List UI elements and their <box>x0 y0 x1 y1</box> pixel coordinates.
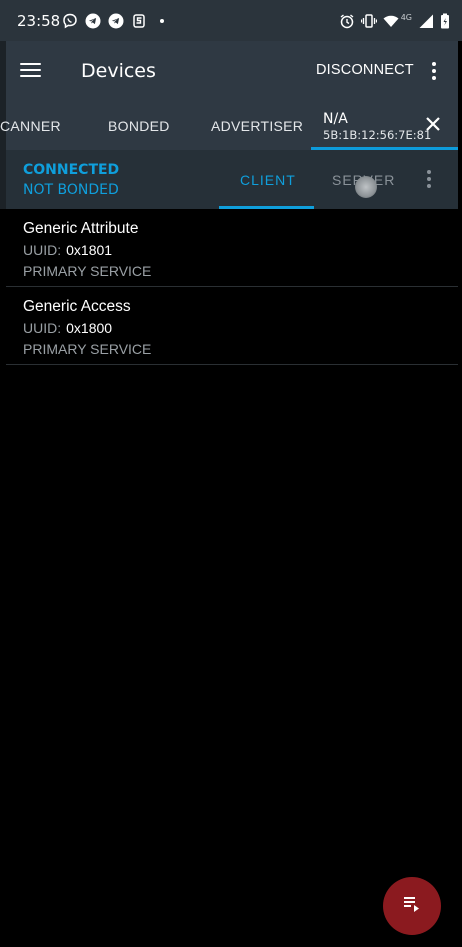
uuid-label: UUID: <box>23 242 62 258</box>
service-uuid-row: UUID: 0x1800 <box>23 320 112 336</box>
more-notifications-dot <box>154 13 170 29</box>
telegram-icon <box>108 13 124 29</box>
hamburger-menu-icon[interactable] <box>20 59 48 83</box>
list-item[interactable]: Generic Attribute UUID: 0x1801 PRIMARY SE… <box>6 209 458 287</box>
connection-bar: CONNECTED NOT BONDED CLIENT SERVER <box>6 150 458 209</box>
vibrate-icon <box>360 13 377 29</box>
list-item[interactable]: Generic Access UUID: 0x1800 PRIMARY SERVI… <box>6 287 458 365</box>
uuid-value: 0x1800 <box>66 320 113 336</box>
viber-icon <box>62 13 78 29</box>
status-bar: 23:58 4G <box>0 0 462 41</box>
wifi-icon <box>383 13 399 29</box>
uuid-label: UUID: <box>23 320 62 336</box>
device-address: 5B:1B:12:56:7E:81 <box>323 128 432 142</box>
connection-options-icon[interactable] <box>426 170 432 190</box>
touch-indicator <box>355 176 377 198</box>
connection-status: CONNECTED <box>23 162 120 178</box>
main-tabs: CANNER BONDED ADVERTISER N/A 5B:1B:12:56… <box>0 101 458 150</box>
service-name: Generic Access <box>23 298 131 315</box>
app-toolbar: Devices DISCONNECT <box>6 41 458 101</box>
tab-client[interactable]: CLIENT <box>240 172 296 188</box>
system-icons: 4G <box>339 13 450 29</box>
tab-advertiser[interactable]: ADVERTISER <box>211 118 303 134</box>
device-name: N/A <box>323 111 348 127</box>
tab-device[interactable]: N/A 5B:1B:12:56:7E:81 <box>311 101 458 150</box>
disconnect-button[interactable]: DISCONNECT <box>316 62 414 78</box>
battery-icon <box>440 13 450 29</box>
status-time: 23:58 <box>17 12 61 30</box>
tab-bonded[interactable]: BONDED <box>108 118 170 134</box>
notification-icons <box>62 13 170 29</box>
app-notification-icon <box>131 13 147 29</box>
tab-scanner[interactable]: CANNER <box>0 118 61 134</box>
page-title: Devices <box>81 60 156 82</box>
bond-status: NOT BONDED <box>23 182 119 198</box>
signal-icon <box>418 13 434 29</box>
macro-fab-button[interactable] <box>383 877 441 935</box>
service-name: Generic Attribute <box>23 220 139 237</box>
close-icon[interactable] <box>424 115 442 133</box>
service-type: PRIMARY SERVICE <box>23 263 152 279</box>
playlist-play-icon <box>401 893 423 919</box>
service-uuid-row: UUID: 0x1801 <box>23 242 112 258</box>
alarm-icon <box>339 13 355 29</box>
screen: 23:58 4G Devices DISCONNECT CANNER BONDE… <box>0 0 462 947</box>
network-type-label: 4G <box>400 12 412 22</box>
telegram-icon <box>85 13 101 29</box>
service-type: PRIMARY SERVICE <box>23 341 152 357</box>
uuid-value: 0x1801 <box>66 242 113 258</box>
service-list: Generic Attribute UUID: 0x1801 PRIMARY SE… <box>6 209 458 365</box>
more-options-icon[interactable] <box>429 60 439 84</box>
